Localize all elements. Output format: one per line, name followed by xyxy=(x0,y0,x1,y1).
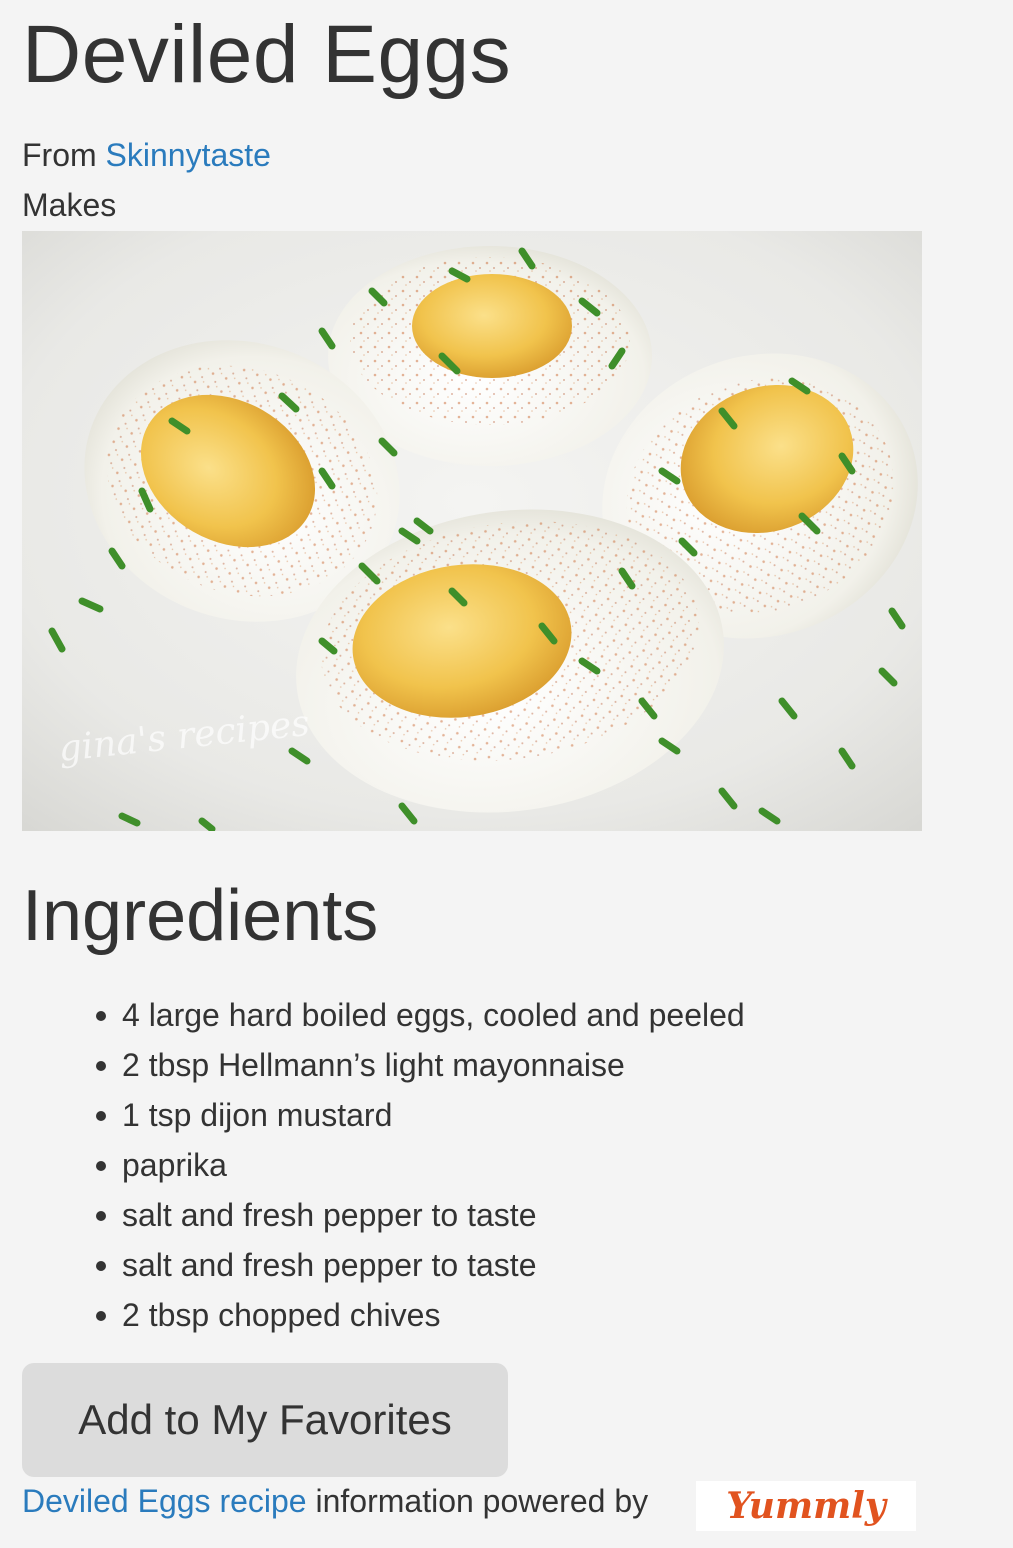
ingredients-list: 4 large hard boiled eggs, cooled and pee… xyxy=(22,990,745,1340)
attribution-suffix: information powered by xyxy=(315,1483,649,1519)
ingredients-heading: Ingredients xyxy=(22,876,379,956)
recipe-link[interactable]: Deviled Eggs recipe xyxy=(22,1483,307,1519)
ingredient-item: salt and fresh pepper to taste xyxy=(96,1190,745,1240)
recipe-source: From Skinnytaste xyxy=(22,137,271,174)
ingredient-item: paprika xyxy=(96,1140,745,1190)
ingredient-item: salt and fresh pepper to taste xyxy=(96,1240,745,1290)
yummly-logo[interactable]: Yummly xyxy=(696,1481,916,1531)
source-prefix: From xyxy=(22,137,97,173)
recipe-photo: gina's recipes xyxy=(22,231,922,831)
ingredient-item: 4 large hard boiled eggs, cooled and pee… xyxy=(96,990,745,1040)
recipe-title: Deviled Eggs xyxy=(22,9,512,100)
add-to-favorites-button[interactable]: Add to My Favorites xyxy=(22,1363,508,1477)
ingredient-item: 2 tbsp Hellmann’s light mayonnaise xyxy=(96,1040,745,1090)
svg-text:Yummly: Yummly xyxy=(726,1485,888,1527)
attribution: Deviled Eggs recipe information powered … xyxy=(22,1483,648,1520)
source-link[interactable]: Skinnytaste xyxy=(106,137,271,173)
makes-label: Makes xyxy=(22,187,117,223)
ingredient-item: 1 tsp dijon mustard xyxy=(96,1090,745,1140)
ingredient-item: 2 tbsp chopped chives xyxy=(96,1290,745,1340)
